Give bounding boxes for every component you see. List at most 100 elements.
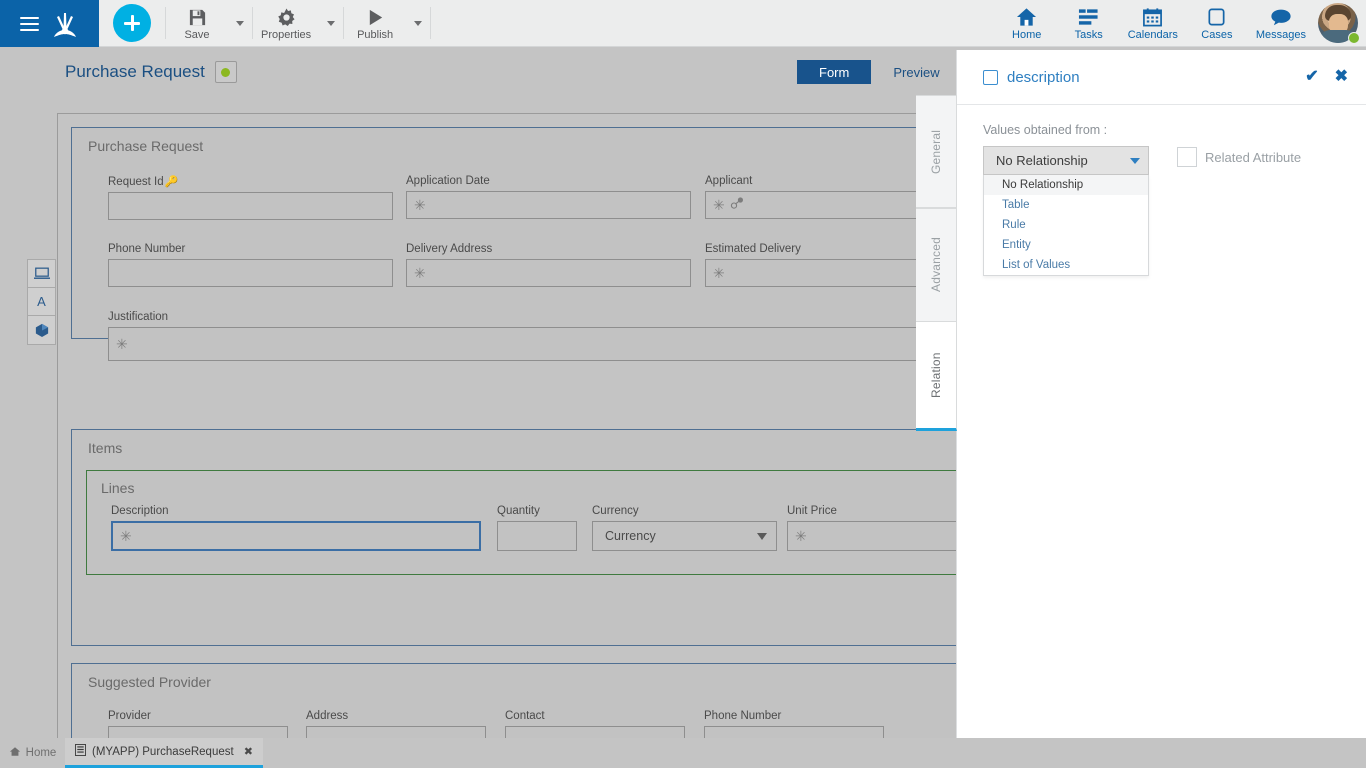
save-button[interactable]: Save [166,0,228,46]
panel-body: Values obtained from : No Relationship N… [957,105,1366,276]
bottom-taskbar: Home (MYAPP) PurchaseRequest ✖ [0,738,1366,768]
vtab-relation[interactable]: Relation [916,321,957,431]
status-dot-icon [221,67,231,77]
vtab-general[interactable]: General [916,95,957,208]
values-obtained-from-label: Values obtained from : [983,123,1108,137]
messages-icon [1270,6,1292,28]
field-delivery-address[interactable]: Delivery Address ✳ [406,243,691,287]
required-asterisk-icon: ✳ [120,528,132,544]
publish-button[interactable]: Publish [344,0,406,46]
request-id-input[interactable] [108,192,393,220]
chevron-down-icon [235,20,245,26]
related-attribute-checkbox[interactable] [1177,147,1197,167]
currency-select-value: Currency [605,529,656,543]
properties-button[interactable]: Properties [253,0,319,46]
nav-home-label: Home [1012,29,1042,41]
nav-calendars-label: Calendars [1127,29,1178,41]
field-label: Delivery Address [406,243,493,255]
screen-tool-icon[interactable] [28,260,55,288]
home-icon [9,746,21,760]
save-dropdown-caret[interactable] [228,0,252,46]
taskbar-tab-purchaserequest[interactable]: (MYAPP) PurchaseRequest ✖ [65,738,263,768]
relation-icon [730,196,744,214]
object-tool-icon[interactable] [28,316,55,344]
dropdown-option-table[interactable]: Table [984,195,1148,215]
quantity-input[interactable] [497,521,577,551]
close-icon[interactable]: ✖ [244,745,253,758]
delivery-address-input[interactable]: ✳ [406,259,691,287]
vtab-advanced[interactable]: Advanced [916,208,957,321]
check-icon[interactable]: ✔ [1305,69,1318,85]
toolbar-right-group: Home Tasks Calendars Cases Messages [996,0,1366,46]
document-icon [75,744,86,759]
required-asterisk-icon: ✳ [116,336,128,352]
relationship-dropdown-button[interactable]: No Relationship [983,146,1149,175]
panel-title-checkbox[interactable] [983,69,998,85]
required-asterisk-icon: ✳ [414,265,426,281]
properties-vertical-tabs: General Advanced Relation [916,95,957,431]
nav-messages-button[interactable]: Messages [1248,0,1314,46]
chevron-down-icon [326,20,336,26]
tab-preview[interactable]: Preview [871,60,961,84]
publish-label: Publish [357,29,394,41]
nav-cases-label: Cases [1201,29,1233,41]
field-description[interactable]: Description ✳ [111,505,481,551]
nav-calendars-button[interactable]: Calendars [1120,0,1186,46]
close-icon[interactable]: ✖ [1335,69,1348,85]
tasks-icon [1078,6,1099,28]
panel-header: description ✔ ✖ [957,50,1366,105]
application-date-input[interactable]: ✳ [406,191,691,219]
panel-actions: ✔ ✖ [1305,69,1348,85]
add-button-container [99,0,165,46]
required-asterisk-icon: ✳ [795,528,807,544]
dropdown-option-rule[interactable]: Rule [984,215,1148,235]
dropdown-option-list-of-values[interactable]: List of Values [984,255,1148,275]
text-tool-icon[interactable]: A [28,288,55,316]
related-attribute-row: Related Attribute [1177,146,1301,167]
field-request-id[interactable]: Request Id🔑 [108,175,393,220]
field-label: Currency [592,505,639,517]
properties-dropdown-caret[interactable] [319,0,343,46]
nav-tasks-button[interactable]: Tasks [1058,0,1120,46]
hamburger-menu-icon[interactable] [19,16,39,31]
taskbar-home-button[interactable]: Home [0,738,65,768]
currency-select[interactable]: Currency [592,521,777,551]
cases-icon [1206,6,1227,28]
tab-form[interactable]: Form [797,60,872,84]
phone-number-input[interactable] [108,259,393,287]
field-application-date[interactable]: Application Date ✳ [406,175,691,219]
required-asterisk-icon: ✳ [713,197,725,213]
field-label: Quantity [497,505,540,517]
nav-cases-button[interactable]: Cases [1186,0,1248,46]
description-input[interactable]: ✳ [111,521,481,551]
bizagi-logo-icon[interactable] [50,10,80,38]
add-new-button[interactable] [113,4,151,42]
nav-messages-label: Messages [1255,29,1306,41]
field-currency[interactable]: Currency Currency [592,505,777,551]
field-label: Request Id🔑 [108,176,179,188]
field-label: Address [306,710,349,722]
brand-area [0,0,99,47]
dropdown-option-entity[interactable]: Entity [984,235,1148,255]
field-label: Description [111,505,169,517]
gear-icon [277,6,296,28]
toolbar-separator [430,7,432,39]
field-label: Provider [108,710,151,722]
avatar-container [1314,0,1366,46]
nav-tasks-label: Tasks [1074,29,1103,41]
field-label: Contact [505,710,545,722]
required-asterisk-icon: ✳ [713,265,725,281]
dropdown-option-no-relationship[interactable]: No Relationship [984,175,1148,195]
properties-label: Properties [261,29,312,41]
key-icon: 🔑 [164,176,179,188]
form-status-chip[interactable] [214,61,237,83]
chevron-down-icon [1130,157,1140,164]
publish-dropdown-caret[interactable] [406,0,430,46]
save-icon [188,6,207,28]
play-icon [366,6,385,28]
relationship-dropdown-value: No Relationship [996,153,1088,168]
nav-home-button[interactable]: Home [996,0,1058,46]
relationship-dropdown-list: No Relationship Table Rule Entity List o… [983,175,1149,276]
field-phone-number[interactable]: Phone Number [108,243,393,287]
field-quantity[interactable]: Quantity [497,505,577,551]
